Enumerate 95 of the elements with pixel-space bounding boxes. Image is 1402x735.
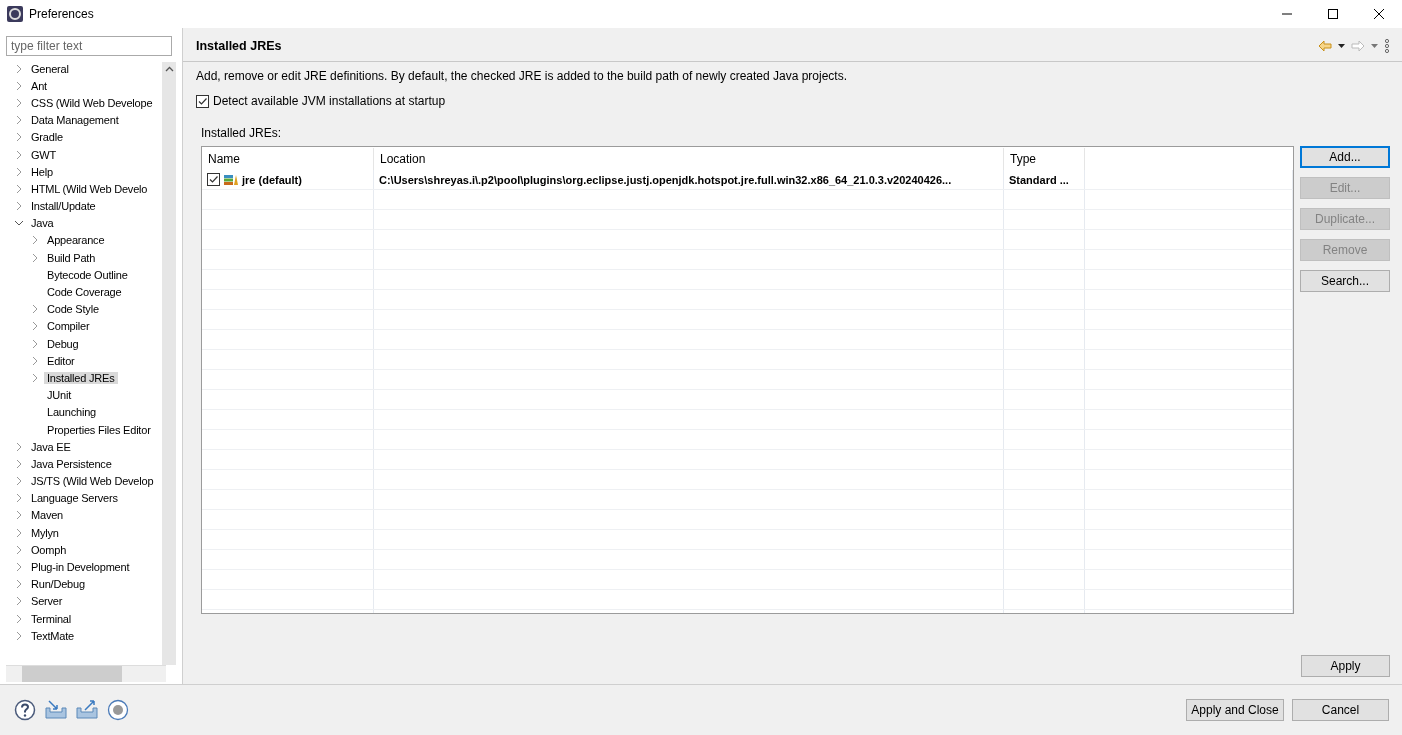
chevron-right-icon[interactable] [30,235,40,246]
table-label: Installed JREs: [201,126,283,140]
chevron-right-icon[interactable] [14,510,24,521]
tree-item[interactable]: Launching [44,406,99,419]
tree-item[interactable]: Debug [44,337,82,350]
tree-item[interactable]: GWT [28,148,60,161]
table-cell: Standard ... [1004,170,1085,189]
window-title: Preferences [29,7,94,21]
vertical-scrollbar[interactable] [162,62,176,665]
tree-item[interactable]: Bytecode Outline [44,268,131,281]
chevron-right-icon[interactable] [14,441,24,452]
detect-checkbox[interactable] [196,94,209,108]
row-checkbox[interactable] [207,173,220,186]
jre-name: jre (default) [242,173,302,186]
side-button[interactable]: Search... [1300,270,1390,292]
tree-item[interactable]: HTML (Wild Web Develo [28,182,151,195]
column-header[interactable]: Location [374,148,1004,170]
export-icon[interactable] [76,700,98,720]
footer-button[interactable]: Apply and Close [1186,699,1284,721]
chevron-right-icon[interactable] [14,579,24,590]
chevron-right-icon[interactable] [14,80,24,91]
back-arrow-icon[interactable] [1318,40,1332,52]
tree-item[interactable]: Ant [28,79,50,92]
tree-item[interactable]: CSS (Wild Web Develope [28,96,156,109]
chevron-right-icon[interactable] [14,149,24,160]
chevron-right-icon[interactable] [14,115,24,126]
chevron-right-icon[interactable] [14,493,24,504]
chevron-right-icon[interactable] [14,201,24,212]
tree-item[interactable]: Java [28,217,57,230]
tree-item[interactable]: Java Persistence [28,457,115,470]
tree-item[interactable]: Run/Debug [28,578,88,591]
tree-item[interactable]: Plug-in Development [28,561,133,574]
tree-item[interactable]: Help [28,165,56,178]
tree-item[interactable]: Maven [28,509,67,522]
chevron-right-icon[interactable] [14,97,24,108]
tree-item[interactable]: Code Style [44,303,102,316]
more-options-icon[interactable] [1384,39,1390,53]
chevron-right-icon[interactable] [14,562,24,573]
chevron-right-icon[interactable] [30,304,40,315]
maximize-icon[interactable] [1327,8,1339,20]
chevron-right-icon[interactable] [14,596,24,607]
chevron-right-icon[interactable] [14,132,24,143]
column-header[interactable]: Name [202,148,374,170]
horizontal-scrollbar[interactable] [6,665,166,682]
chevron-right-icon[interactable] [14,527,24,538]
page-title: Installed JREs [196,39,282,53]
tree-item[interactable]: Properties Files Editor [44,423,154,436]
tree-item[interactable]: Data Management [28,114,122,127]
table-cell: C:\Users\shreyas.i\.p2\pool\plugins\org.eclipse.justj.openjdk.hotspot.jre.full.win32.x86_64_21.0.3.v20240426... [374,170,1004,189]
side-button[interactable]: Add... [1300,146,1390,168]
import-icon[interactable] [45,700,67,720]
apply-button[interactable]: Apply [1301,655,1390,677]
description-text: Add, remove or edit JRE definitions. By default, the checked JRE is added to the build path of newly created Java projects. [196,69,849,83]
tree-item[interactable]: Editor [44,354,78,367]
tree-item[interactable]: Oomph [28,543,70,556]
tree-item[interactable]: Language Servers [28,492,121,505]
chevron-right-icon[interactable] [14,183,24,194]
tree-item[interactable]: Server [28,595,66,608]
tree-item[interactable]: Install/Update [28,200,99,213]
tree-item[interactable]: Compiler [44,320,93,333]
tree-item[interactable]: Java EE [28,440,74,453]
chevron-right-icon[interactable] [14,476,24,487]
chevron-right-icon[interactable] [14,63,24,74]
chevron-right-icon[interactable] [14,458,24,469]
chevron-right-icon[interactable] [30,372,40,383]
chevron-right-icon[interactable] [30,338,40,349]
chevron-right-icon[interactable] [30,355,40,366]
chevron-right-icon[interactable] [14,613,24,624]
books-icon [224,173,238,186]
chevron-right-icon[interactable] [14,544,24,555]
column-header[interactable]: Type [1004,148,1085,170]
tree-item[interactable]: General [28,62,72,75]
tree-item[interactable]: Terminal [28,612,74,625]
tree-item[interactable]: Gradle [28,131,66,144]
tree-item[interactable]: JS/TS (Wild Web Develop [28,475,157,488]
close-icon[interactable] [1373,8,1385,20]
dropdown-icon[interactable] [1338,44,1345,48]
chevron-right-icon[interactable] [30,252,40,263]
forward-arrow-icon[interactable] [1351,40,1365,52]
help-icon[interactable] [14,699,36,721]
record-icon[interactable] [107,699,129,721]
scroll-up-icon[interactable] [164,66,174,72]
tree-item[interactable]: JUnit [44,389,75,402]
footer-button[interactable]: Cancel [1292,699,1389,721]
filter-field[interactable]: type filter text [6,36,172,56]
chevron-right-icon[interactable] [14,166,24,177]
checkbox-label: Detect available JVM installations at startup [213,94,446,108]
tree-item[interactable]: Mylyn [28,526,62,539]
tree-item[interactable]: Installed JREs [44,371,118,384]
chevron-right-icon[interactable] [14,630,24,641]
tree-item[interactable]: TextMate [28,629,78,642]
tree-item[interactable]: Code Coverage [44,286,125,299]
tree-item[interactable]: Build Path [44,251,99,264]
chevron-right-icon[interactable] [30,321,40,332]
tree-item[interactable]: Appearance [44,234,108,247]
